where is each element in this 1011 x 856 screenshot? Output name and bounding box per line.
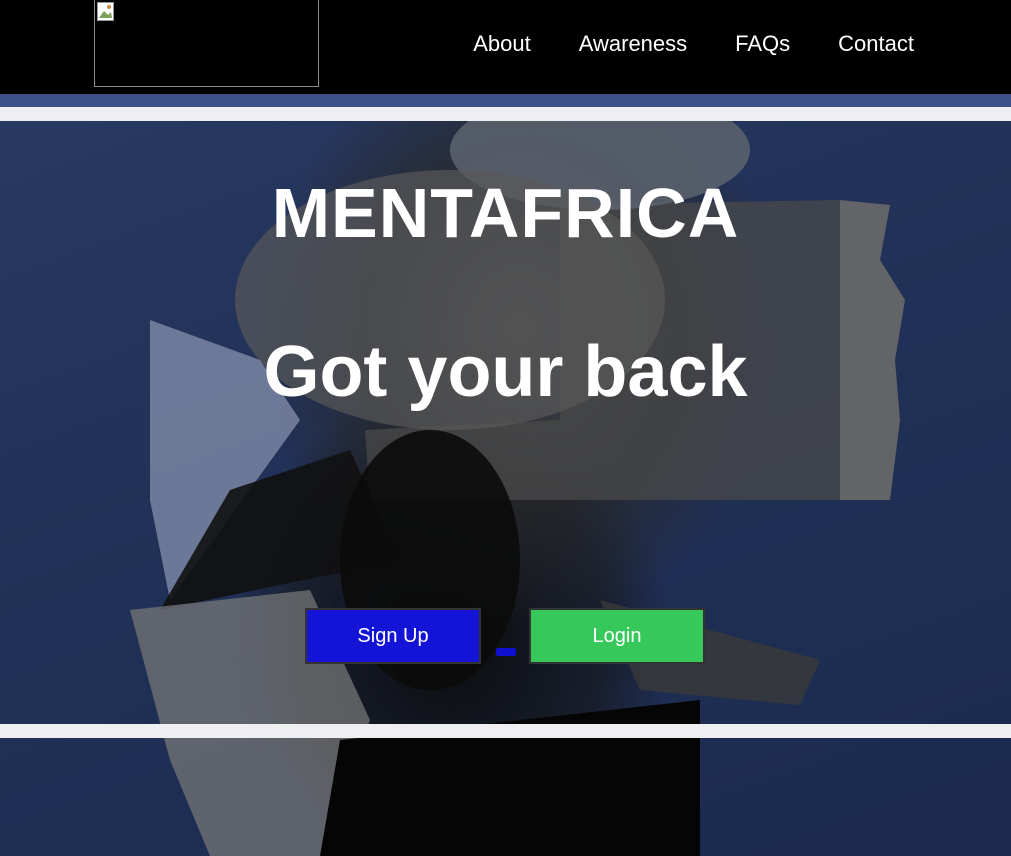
- section-divider-top: [0, 107, 1011, 121]
- nav-about-link[interactable]: About: [473, 31, 531, 57]
- signup-button[interactable]: Sign Up: [305, 608, 481, 664]
- login-button[interactable]: Login: [529, 608, 705, 664]
- background-strip: [0, 94, 1011, 107]
- hero-subtitle: Got your back: [263, 332, 748, 412]
- nav-contact-link[interactable]: Contact: [838, 31, 914, 57]
- button-connector: [496, 648, 516, 656]
- section-divider-bottom: [0, 724, 1011, 738]
- nav-links: About Awareness FAQs Contact: [473, 31, 914, 57]
- logo[interactable]: [94, 0, 319, 87]
- nav-awareness-link[interactable]: Awareness: [579, 31, 687, 57]
- broken-image-icon: [97, 2, 114, 21]
- nav-faqs-link[interactable]: FAQs: [735, 31, 790, 57]
- top-navbar: About Awareness FAQs Contact: [0, 0, 1011, 94]
- hero-title: MENTAFRICA: [271, 174, 740, 252]
- hero-section: MENTAFRICA Got your back Sign Up Login: [0, 121, 1011, 724]
